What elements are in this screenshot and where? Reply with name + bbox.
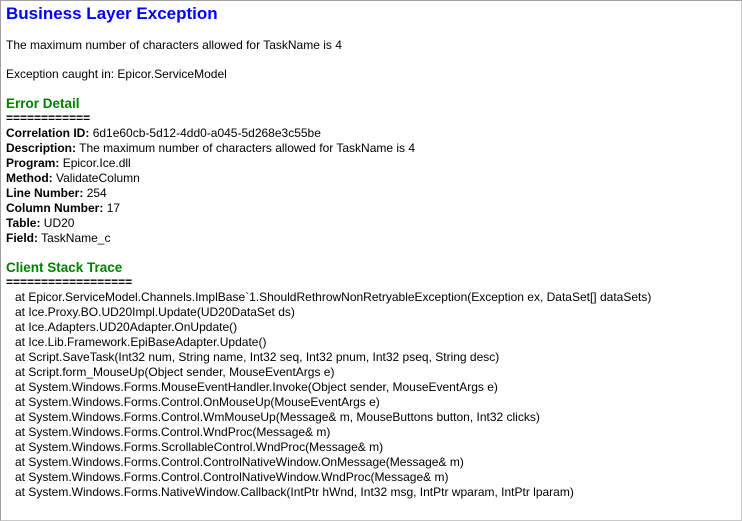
field-label: Column Number:	[6, 201, 104, 215]
field-value: The maximum number of characters allowed…	[79, 141, 416, 155]
stack-frame: at Script.SaveTask(Int32 num, String nam…	[15, 350, 500, 364]
field-value: TaskName_c	[41, 231, 111, 245]
program-row: Program: Epicor.Ice.dll	[6, 156, 737, 171]
stack-frame: at System.Windows.Forms.Control.WndProc(…	[15, 425, 331, 439]
field-value: 254	[86, 186, 107, 200]
stack-frame: at System.Windows.Forms.Control.WmMouseU…	[15, 410, 540, 424]
field-value: ValidateColumn	[56, 171, 140, 185]
line-number-row: Line Number: 254	[6, 186, 737, 201]
client-stack-trace-heading: Client Stack Trace	[6, 260, 123, 275]
column-number-row: Column Number: 17	[6, 201, 737, 216]
exception-caught-in: Exception caught in: Epicor.ServiceModel	[6, 67, 227, 81]
field-label: Field:	[6, 231, 38, 245]
error-detail-rule: ============	[6, 111, 91, 125]
error-detail-list: Correlation ID: 6d1e60cb-5d12-4dd0-a045-…	[6, 126, 737, 246]
field-label: Correlation ID:	[6, 126, 90, 140]
stack-frame: at Epicor.ServiceModel.Channels.ImplBase…	[15, 290, 652, 304]
field-value: Epicor.Ice.dll	[62, 156, 131, 170]
stack-frame: at Ice.Proxy.BO.UD20Impl.Update(UD20Data…	[15, 305, 295, 319]
field-label: Method:	[6, 171, 53, 185]
field-value: UD20	[43, 216, 75, 230]
method-row: Method: ValidateColumn	[6, 171, 737, 186]
stack-frame: at System.Windows.Forms.ScrollableContro…	[15, 440, 384, 454]
exception-title: Business Layer Exception	[6, 4, 218, 23]
field-label: Description:	[6, 141, 77, 155]
stack-frame: at System.Windows.Forms.Control.OnMouseU…	[15, 395, 380, 409]
stack-frame: at System.Windows.Forms.NativeWindow.Cal…	[15, 485, 574, 499]
client-stack-trace-rule: ==================	[6, 275, 133, 289]
field-value: 17	[106, 201, 121, 215]
field-label: Line Number:	[6, 186, 84, 200]
exception-details-panel: Business Layer Exception The maximum num…	[0, 0, 742, 521]
field-value: 6d1e60cb-5d12-4dd0-a045-5d268e3c55be	[92, 126, 321, 140]
description-row: Description: The maximum number of chara…	[6, 141, 737, 156]
stack-frame: at Ice.Lib.Framework.EpiBaseAdapter.Upda…	[15, 335, 267, 349]
stack-trace-list: at Epicor.ServiceModel.Channels.ImplBase…	[6, 290, 737, 500]
exception-content: Business Layer Exception The maximum num…	[6, 4, 737, 500]
error-detail-heading: Error Detail	[6, 96, 80, 111]
stack-frame: at System.Windows.Forms.Control.ControlN…	[15, 455, 464, 469]
field-row: Field: TaskName_c	[6, 231, 737, 246]
table-row: Table: UD20	[6, 216, 737, 231]
stack-frame: at Ice.Adapters.UD20Adapter.OnUpdate()	[15, 320, 238, 334]
stack-frame: at Script.form_MouseUp(Object sender, Mo…	[15, 365, 335, 379]
field-label: Program:	[6, 156, 60, 170]
stack-frame: at System.Windows.Forms.MouseEventHandle…	[15, 380, 498, 394]
stack-frame: at System.Windows.Forms.Control.ControlN…	[15, 470, 449, 484]
field-label: Table:	[6, 216, 41, 230]
exception-message: The maximum number of characters allowed…	[6, 38, 342, 52]
correlation-id-row: Correlation ID: 6d1e60cb-5d12-4dd0-a045-…	[6, 126, 737, 141]
